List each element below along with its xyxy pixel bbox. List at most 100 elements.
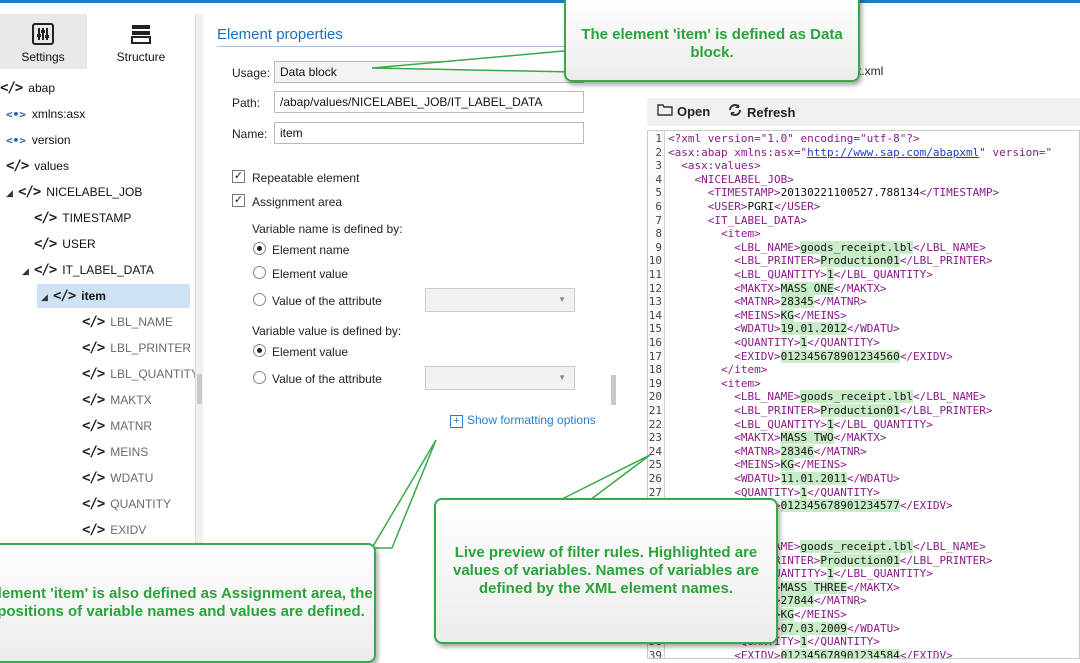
- xml-markup: </LBL_QUANTITY>: [833, 417, 933, 431]
- highlighted-value: 27844: [780, 594, 814, 608]
- var-value-attribute-radio[interactable]: [253, 371, 266, 384]
- var-value-attribute-dropdown[interactable]: ▼: [425, 366, 575, 390]
- code-text: <MATNR>28345</MATNR>: [668, 295, 867, 309]
- line-number: 21: [648, 404, 662, 417]
- xml-markup: </LBL_QUANTITY>: [833, 567, 933, 581]
- line-number: 15: [648, 322, 662, 336]
- xml-tag-icon: </>: [34, 210, 57, 226]
- tree-node-label: IT_LABEL_DATA: [62, 263, 154, 277]
- tree-scrollbar-thumb[interactable]: [197, 374, 202, 404]
- xml-markup: </WDATU>: [846, 322, 900, 336]
- tree-node[interactable]: </> EXIDV: [70, 518, 146, 542]
- xml-markup: </LBL_NAME>: [913, 540, 986, 553]
- tree-node[interactable]: <•> xmlns:asx: [6, 102, 85, 126]
- tree-node[interactable]: </> LBL_QUANTITY: [70, 362, 195, 386]
- tree-node[interactable]: </> QUANTITY: [70, 492, 171, 516]
- expand-arrow-icon[interactable]: ◢: [6, 181, 18, 205]
- chevron-down-icon: ▼: [558, 373, 566, 382]
- tree-node[interactable]: </> LBL_NAME: [70, 310, 173, 334]
- tree-node[interactable]: </> WDATU: [70, 466, 153, 490]
- code-line: 14 <MEINS>KG</MEINS>: [648, 308, 847, 323]
- code-text: </item>: [668, 363, 767, 376]
- tree-node[interactable]: </> MAKTX: [70, 388, 152, 412]
- line-number: 4: [655, 172, 662, 186]
- show-formatting-link[interactable]: + Show formatting options: [450, 413, 596, 428]
- tree-node-label: abap: [28, 81, 55, 95]
- xml-markup: </MATNR>: [813, 444, 867, 458]
- line-number: 7: [655, 213, 662, 227]
- code-line: 5 <TIMESTAMP>20130221100527.788134</TIME…: [648, 186, 999, 200]
- callout-assignment: element 'item' is also defined as Assign…: [0, 543, 376, 663]
- open-button[interactable]: Open: [657, 103, 710, 119]
- code-line: 8 <item>: [648, 227, 761, 241]
- line-number: 1: [655, 132, 662, 145]
- tree-node[interactable]: </> MEINS: [70, 440, 148, 464]
- expand-arrow-icon[interactable]: ◢: [41, 285, 53, 309]
- line-number: 11: [648, 268, 662, 281]
- title-divider: [217, 46, 607, 47]
- tree-node[interactable]: </> abap: [0, 76, 55, 100]
- top-accent-bar: [0, 0, 1080, 3]
- line-number: 3: [655, 159, 662, 173]
- xml-markup: </MAKTX>: [833, 431, 887, 445]
- highlighted-value: MASS ONE: [780, 281, 834, 295]
- expand-arrow-icon[interactable]: ◢: [22, 259, 34, 283]
- tab-settings[interactable]: Settings: [0, 14, 86, 69]
- tree-node[interactable]: </> MATNR: [70, 414, 152, 438]
- xml-markup: </LBL_NAME>: [913, 240, 986, 254]
- repeatable-label: Repeatable element: [252, 171, 360, 185]
- properties-scrollbar-thumb[interactable]: [611, 375, 616, 405]
- code-text: <QUANTITY>1</QUANTITY>: [668, 485, 880, 499]
- tab-settings-label: Settings: [21, 50, 65, 64]
- highlighted-value: Production01: [820, 553, 900, 567]
- xml-markup: <asx:abap xmlns:asx=": [668, 145, 808, 159]
- var-name-opt1-label: Element name: [272, 243, 350, 257]
- tree-node-label: values: [34, 159, 69, 173]
- refresh-icon: [727, 103, 743, 120]
- tree-node-label: MEINS: [110, 445, 149, 459]
- var-name-attribute-radio[interactable]: [253, 293, 266, 306]
- highlighted-value: MASS THREE: [780, 580, 847, 594]
- xml-tag-icon: </>: [82, 366, 105, 382]
- xml-tag-icon: </>: [82, 444, 105, 460]
- tree-node-label: EXIDV: [110, 523, 147, 537]
- line-number: 26: [648, 472, 662, 485]
- var-name-element-name-radio[interactable]: [253, 242, 266, 255]
- tree-node[interactable]: </> TIMESTAMP: [22, 206, 131, 230]
- tree-node[interactable]: <•> version: [6, 128, 71, 152]
- xml-markup: </QUANTITY>: [807, 336, 880, 349]
- tree-node-label: xmlns:asx: [31, 107, 86, 121]
- tab-structure[interactable]: Structure: [87, 14, 195, 69]
- side-tabs: Settings Structure: [0, 14, 195, 69]
- usage-select[interactable]: Data block: [274, 61, 584, 83]
- xml-tag-icon: </>: [82, 470, 105, 486]
- tree-scrollbar[interactable]: [195, 14, 203, 554]
- xml-markup: </EXIDV>: [899, 349, 953, 363]
- name-field[interactable]: item: [274, 122, 584, 144]
- tree-node[interactable]: </> LBL_PRINTER: [70, 336, 191, 360]
- tree-node[interactable]: </> values: [6, 154, 69, 178]
- name-label: Name:: [232, 127, 268, 141]
- assignment-checkbox[interactable]: ✓: [232, 194, 245, 207]
- highlighted-value: 012345678901234560: [780, 349, 900, 363]
- xml-markup: </MEINS>: [793, 608, 847, 621]
- path-field[interactable]: /abap/values/NICELABEL_JOB/IT_LABEL_DATA: [274, 91, 584, 113]
- tree-node[interactable]: ◢ </> NICELABEL_JOB: [6, 180, 142, 204]
- xml-tag-icon: </>: [53, 288, 76, 304]
- tree-node[interactable]: </> USER: [22, 232, 96, 256]
- xml-markup: <item>: [668, 227, 761, 241]
- var-value-element-value-radio[interactable]: [253, 344, 266, 357]
- tree-node-label: LBL_QUANTITY: [110, 367, 195, 381]
- sliders-icon: [31, 22, 55, 49]
- namespace-link[interactable]: http://www.sap.com/abapxml: [807, 146, 979, 159]
- tree-node[interactable]: ◢ </> item: [37, 284, 190, 308]
- refresh-button[interactable]: Refresh: [727, 103, 795, 120]
- var-name-element-value-radio[interactable]: [253, 266, 266, 279]
- tree-node[interactable]: ◢ </> IT_LABEL_DATA: [22, 258, 154, 282]
- line-number: 14: [648, 308, 662, 322]
- tree-node-label: item: [81, 289, 106, 303]
- repeatable-checkbox[interactable]: ✓: [232, 170, 245, 183]
- folder-icon: [657, 103, 673, 119]
- var-name-attribute-dropdown[interactable]: ▼: [425, 288, 575, 312]
- code-text: <TIMESTAMP>20130221100527.788134</TIMEST…: [668, 186, 999, 199]
